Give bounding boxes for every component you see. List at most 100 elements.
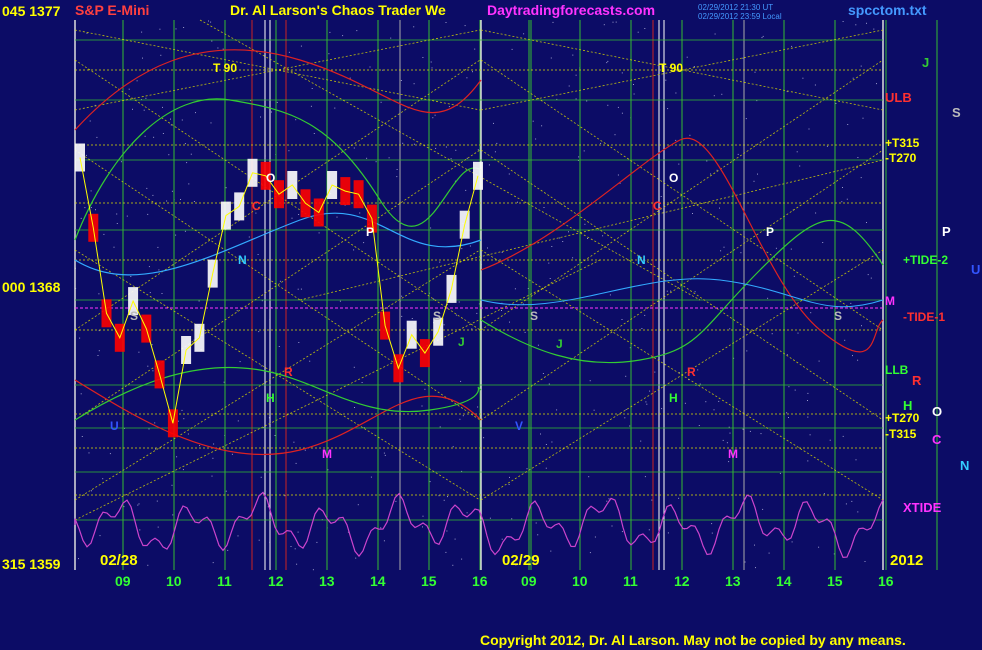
star: [493, 122, 494, 124]
star: [176, 456, 178, 458]
star: [458, 301, 460, 303]
star: [469, 245, 471, 247]
star: [116, 223, 118, 224]
star: [153, 136, 155, 138]
star: [633, 93, 635, 95]
header-site: Daytradingforecasts.com: [487, 2, 655, 18]
star: [139, 529, 141, 531]
star: [225, 187, 227, 189]
star: [138, 351, 140, 353]
star: [152, 194, 154, 196]
star: [728, 461, 730, 463]
star: [637, 31, 639, 33]
star: [422, 57, 424, 58]
header-title: Dr. Al Larson's Chaos Trader We: [230, 2, 446, 18]
star: [767, 297, 769, 299]
star: [644, 476, 646, 478]
star: [237, 420, 239, 422]
star: [208, 20, 209, 22]
star: [608, 498, 610, 500]
star: [310, 105, 312, 107]
star: [172, 514, 174, 516]
star: [466, 157, 468, 159]
star: [288, 150, 290, 152]
y-axis-bottom-label: 315 1359: [2, 556, 61, 572]
star: [606, 62, 608, 64]
x-tick-label: 10: [166, 573, 182, 589]
star: [257, 254, 259, 255]
star: [615, 21, 617, 23]
star: [496, 142, 498, 144]
star: [312, 569, 314, 571]
star: [128, 88, 130, 90]
star: [678, 497, 680, 499]
star: [212, 562, 214, 564]
marker-label: S: [433, 309, 441, 323]
star: [722, 439, 724, 441]
star: [402, 142, 404, 144]
star: [424, 388, 426, 390]
star: [842, 187, 843, 188]
star: [295, 462, 297, 464]
star: [401, 295, 403, 297]
marker-label: P: [766, 225, 774, 239]
star: [568, 231, 569, 233]
star: [157, 526, 159, 528]
star: [857, 511, 859, 513]
star: [742, 57, 744, 59]
star: [430, 61, 432, 63]
star: [508, 173, 510, 175]
star: [95, 209, 96, 211]
side-label-o: O: [932, 404, 942, 419]
star: [586, 100, 588, 102]
star: [452, 446, 454, 448]
star: [446, 530, 448, 532]
star: [721, 93, 723, 95]
x-tick-label: 13: [319, 573, 335, 589]
star: [355, 557, 357, 559]
star: [248, 236, 250, 238]
star: [183, 27, 185, 28]
side-label-plus-t270: +T270: [885, 411, 920, 425]
star: [866, 222, 867, 223]
star: [435, 147, 437, 149]
side-label-p: P: [942, 224, 951, 239]
x-tick-label: 14: [370, 573, 386, 589]
star: [260, 476, 262, 478]
star: [675, 92, 677, 94]
marker-label: C: [653, 199, 662, 213]
star: [193, 201, 195, 202]
star: [625, 409, 627, 410]
star: [177, 420, 179, 422]
star: [678, 163, 680, 165]
star: [388, 157, 390, 159]
star: [791, 45, 793, 47]
star: [260, 365, 262, 367]
star: [876, 83, 877, 85]
star: [476, 312, 478, 314]
x-tick-label: 09: [521, 573, 537, 589]
star: [237, 535, 239, 537]
star: [689, 134, 691, 136]
star: [807, 416, 809, 418]
star: [698, 425, 700, 426]
side-label-xtide: XTIDE: [903, 500, 942, 515]
star: [288, 51, 290, 53]
star: [862, 117, 864, 119]
star: [187, 433, 189, 435]
star: [670, 290, 671, 292]
star: [430, 227, 432, 229]
star: [541, 125, 543, 127]
star: [380, 101, 382, 103]
star: [651, 499, 653, 501]
star: [718, 400, 720, 402]
star: [103, 233, 105, 235]
star: [808, 128, 810, 130]
star: [711, 532, 713, 534]
star: [726, 442, 728, 444]
star: [621, 319, 623, 320]
star: [223, 381, 225, 383]
star: [130, 276, 132, 277]
star: [141, 31, 143, 33]
star: [395, 500, 397, 502]
